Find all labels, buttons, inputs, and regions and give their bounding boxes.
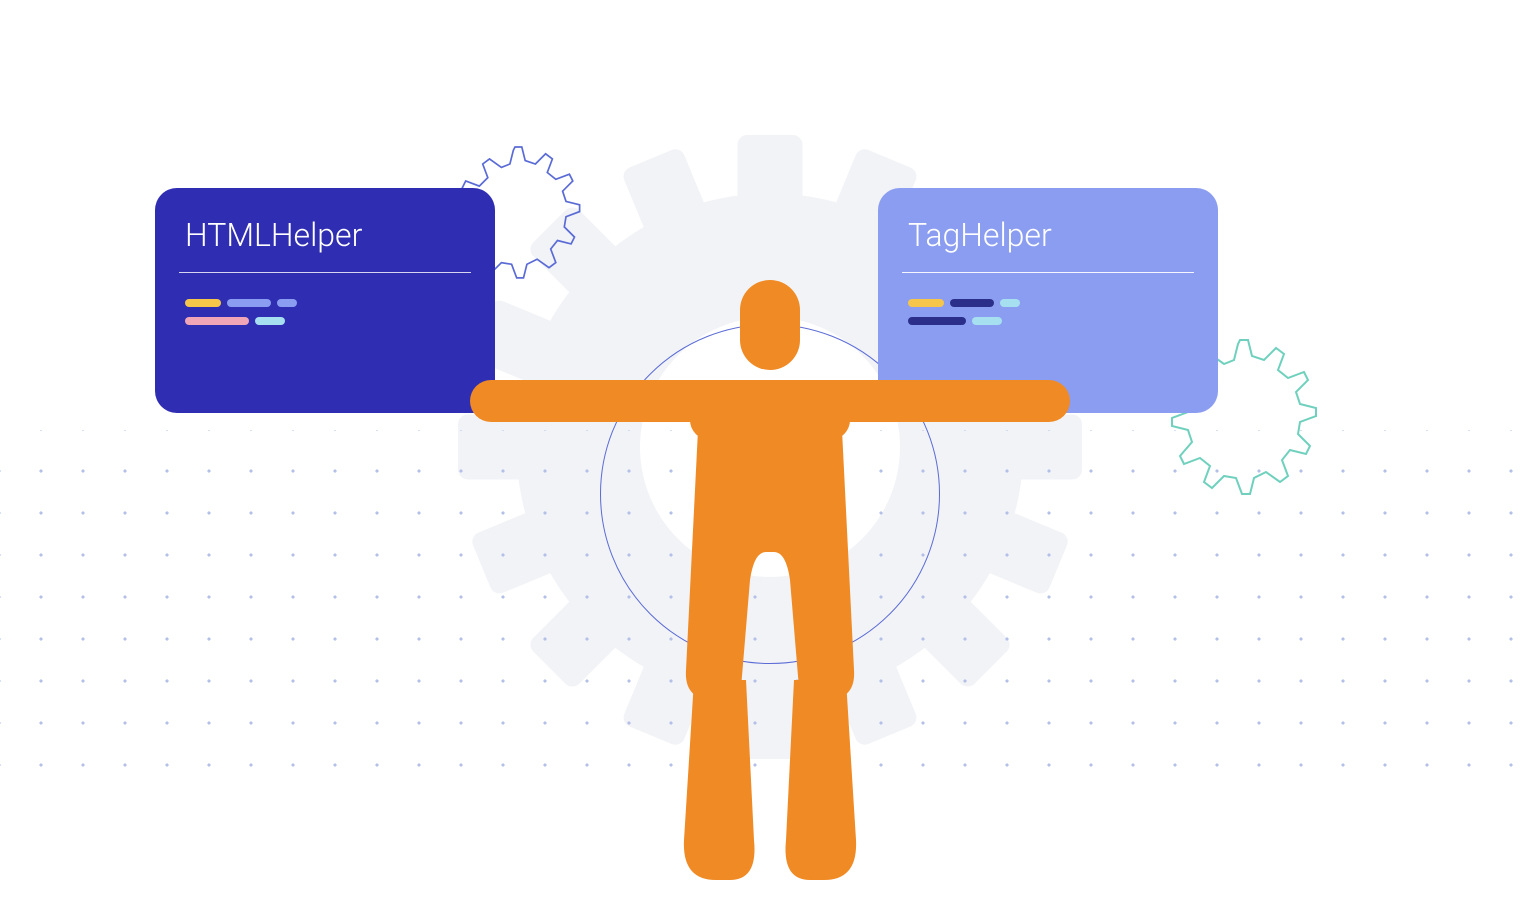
tag-helper-title: TagHelper xyxy=(878,188,1218,272)
person-figure-icon xyxy=(460,280,1080,890)
html-helper-title: HTMLHelper xyxy=(155,188,495,272)
html-helper-card: HTMLHelper xyxy=(155,188,495,413)
card-divider xyxy=(902,272,1194,273)
card-divider xyxy=(179,272,471,273)
code-snippet-icon xyxy=(155,273,495,361)
